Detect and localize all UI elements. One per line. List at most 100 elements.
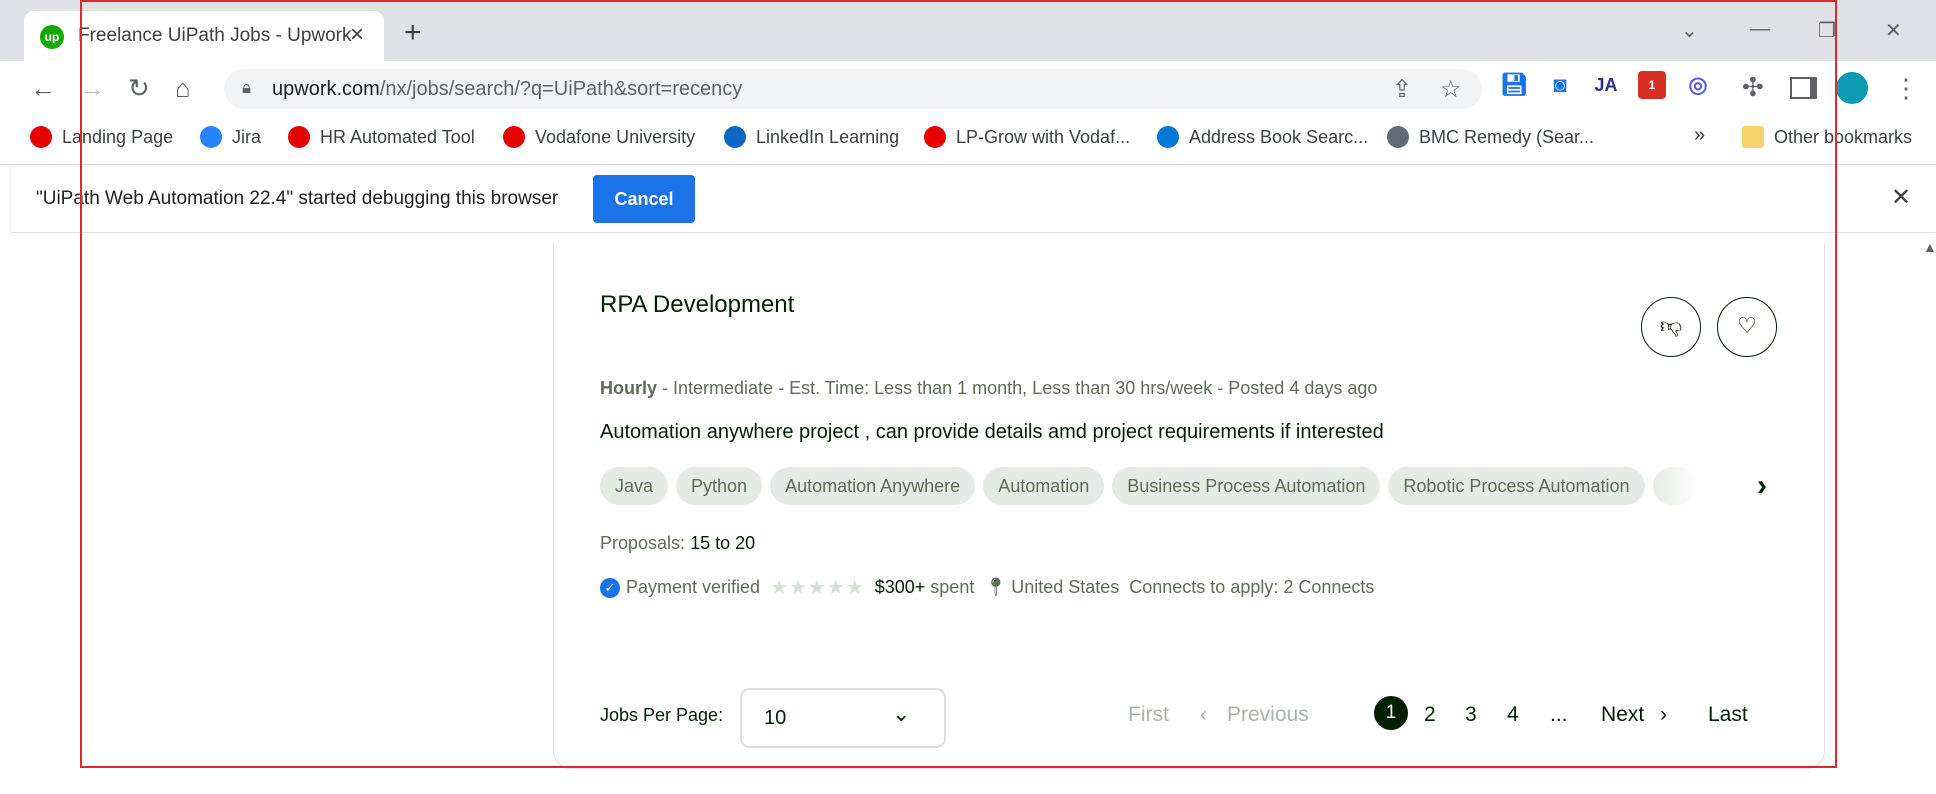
share-icon[interactable]: ⇪ [1392, 75, 1412, 104]
previous-page-link[interactable]: Previous [1227, 703, 1309, 727]
bookmark-item[interactable]: LinkedIn Learning [724, 126, 899, 148]
bookmark-favicon-icon [200, 126, 222, 148]
minimize-icon[interactable]: — [1750, 18, 1770, 41]
proposals-value: 15 to 20 [690, 533, 756, 553]
location-pin-icon: 📍︎ [984, 577, 1008, 597]
dislike-job-button[interactable]: 👎︎ [1641, 297, 1701, 357]
tab-close-icon[interactable]: × [350, 21, 364, 49]
skill-tag[interactable]: Business Process Automation [1112, 467, 1381, 505]
job-card[interactable]: RPA Development 👎︎ ♡ Hourly - Intermedia… [553, 243, 1825, 769]
address-bar[interactable]: 🔒︎ upwork.com/nx/jobs/search/?q=UiPath&s… [224, 69, 1482, 109]
page-content: ▲ RPA Development 👎︎ ♡ Hourly - Intermed… [11, 233, 1936, 794]
thumbs-down-icon: 👎︎ [1659, 313, 1683, 338]
client-location: United States [1011, 577, 1120, 597]
bookmark-label: HR Automated Tool [320, 126, 475, 147]
bookmark-favicon-icon [30, 126, 52, 148]
reload-icon[interactable]: ↻ [128, 73, 150, 104]
jobs-per-page-label: Jobs Per Page: [600, 705, 724, 725]
other-bookmarks[interactable]: Other bookmarks [1742, 126, 1912, 148]
bookmark-item[interactable]: HR Automated Tool [288, 126, 475, 148]
skills-next-chevron-icon[interactable]: › [1757, 469, 1767, 503]
tab-search-icon[interactable]: ⌄ [1681, 18, 1698, 43]
extensions-puzzle-icon[interactable]: ✣ [1742, 72, 1764, 103]
connects-label: Connects to apply: [1129, 577, 1279, 597]
page-4-button[interactable]: 4 [1507, 703, 1519, 727]
spent-label: spent [930, 577, 975, 597]
new-tab-icon[interactable]: + [404, 18, 422, 48]
page-1-button[interactable]: 1 [1374, 696, 1408, 730]
rating-stars: ★★★★★ [770, 577, 865, 599]
skill-tag-overflow[interactable] [1652, 467, 1697, 505]
bookmark-label: Address Book Searc... [1189, 126, 1369, 147]
save-job-button[interactable]: ♡ [1717, 297, 1777, 357]
skill-tag[interactable]: Automation [983, 467, 1105, 505]
home-icon[interactable]: ⌂ [175, 73, 191, 104]
url-host: upwork.com [272, 78, 380, 100]
bookmark-item[interactable]: Landing Page [30, 126, 173, 148]
job-title[interactable]: RPA Development [600, 291, 794, 319]
bookmark-item[interactable]: Jira [200, 126, 261, 148]
connects-value: 2 Connects [1283, 577, 1375, 597]
bookmark-favicon-icon [724, 126, 746, 148]
browser-toolbar: ← → ↻ ⌂ 🔒︎ upwork.com/nx/jobs/search/?q=… [0, 61, 1936, 116]
page-2-button[interactable]: 2 [1424, 703, 1436, 727]
sync-extension-icon[interactable]: ◎ [1684, 71, 1712, 99]
bookmark-item[interactable]: Address Book Searc... [1157, 126, 1368, 148]
job-description: Automation anywhere project , can provid… [600, 421, 1384, 443]
upwork-favicon-icon: up [40, 25, 64, 49]
save-extension-icon[interactable]: 💾︎ [1500, 71, 1528, 99]
chevron-down-icon: ⌄ [892, 701, 911, 726]
skill-tag[interactable]: Automation Anywhere [770, 467, 976, 505]
verified-badge-icon: ✓ [600, 577, 620, 598]
skill-tag[interactable]: Robotic Process Automation [1388, 467, 1645, 505]
bookmark-item[interactable]: BMC Remedy (Sear... [1387, 126, 1594, 148]
debug-infobar: "UiPath Web Automation 22.4" started deb… [11, 165, 1936, 232]
first-page-link[interactable]: First [1128, 703, 1169, 727]
pagination-ellipsis: ... [1550, 703, 1568, 726]
bookmarks-bar: Landing Page Jira HR Automated Tool Vodafon… [0, 116, 1936, 165]
forward-icon[interactable]: → [79, 73, 105, 104]
other-bookmarks-label: Other bookmarks [1774, 126, 1913, 147]
bookmark-favicon-icon [503, 126, 525, 148]
infobar-close-icon[interactable]: ✕ [1891, 183, 1911, 212]
url-path: /nx/jobs/search/?q=UiPath&sort=recency [379, 78, 743, 100]
notes-extension-icon[interactable]: 1 [1638, 71, 1666, 99]
bookmark-label: LinkedIn Learning [756, 126, 900, 147]
next-chevron-icon: › [1660, 703, 1667, 726]
previous-chevron-icon: ‹ [1200, 703, 1207, 726]
scrollbar-up-arrow-icon[interactable]: ▲ [1923, 239, 1936, 255]
spent-amount: $300+ [874, 577, 926, 597]
bookmark-item[interactable]: LP-Grow with Vodaf... [924, 126, 1130, 148]
screenshot-extension-icon[interactable]: ◙ [1546, 71, 1574, 99]
lock-icon[interactable]: 🔒︎ [242, 78, 251, 98]
url-text[interactable]: upwork.com/nx/jobs/search/?q=UiPath&sort… [272, 78, 742, 101]
tab-title: Freelance UiPath Jobs - Upwork [78, 25, 352, 46]
bookmarks-overflow-icon[interactable]: » [1694, 124, 1705, 147]
restore-icon[interactable]: ❐ [1818, 18, 1836, 43]
bookmark-favicon-icon [288, 126, 310, 148]
bookmark-item[interactable]: Vodafone University [503, 126, 695, 148]
window-close-icon[interactable]: ✕ [1885, 18, 1902, 43]
bookmark-label: BMC Remedy (Sear... [1419, 126, 1595, 147]
last-page-link[interactable]: Last [1708, 703, 1748, 727]
page-3-button[interactable]: 3 [1465, 703, 1477, 727]
skill-tag[interactable]: Python [676, 467, 763, 505]
ja-extension-icon[interactable]: JA [1592, 71, 1620, 99]
bookmark-star-icon[interactable]: ☆ [1440, 75, 1462, 104]
proposals: Proposals: 15 to 20 [600, 533, 755, 554]
skills-list: Java Python Automation Anywhere Automation B… [600, 467, 1697, 505]
heart-icon: ♡ [1737, 313, 1757, 338]
profile-avatar[interactable] [1836, 72, 1868, 104]
side-panel-icon[interactable] [1790, 77, 1817, 99]
back-icon[interactable]: ← [30, 73, 56, 104]
menu-kebab-icon[interactable]: ⋮ [1893, 73, 1919, 104]
browser-tab-active[interactable]: up Freelance UiPath Jobs - Upwork × [24, 11, 384, 61]
pagination-row: Jobs Per Page: 10 ⌄ First ‹ Previous 1 2… [600, 688, 1790, 748]
cancel-debugging-button[interactable]: Cancel [593, 175, 695, 223]
job-meta-details: - Intermediate - Est. Time: Less than 1 … [657, 378, 1378, 398]
client-info: ✓ Payment verified ★★★★★ $300+ spent 📍︎ … [600, 575, 1374, 600]
payment-verified-label: Payment verified [626, 577, 761, 597]
next-page-link[interactable]: Next [1601, 703, 1644, 727]
jobs-per-page-select[interactable]: 10 ⌄ [740, 688, 946, 748]
skill-tag[interactable]: Java [600, 467, 669, 505]
